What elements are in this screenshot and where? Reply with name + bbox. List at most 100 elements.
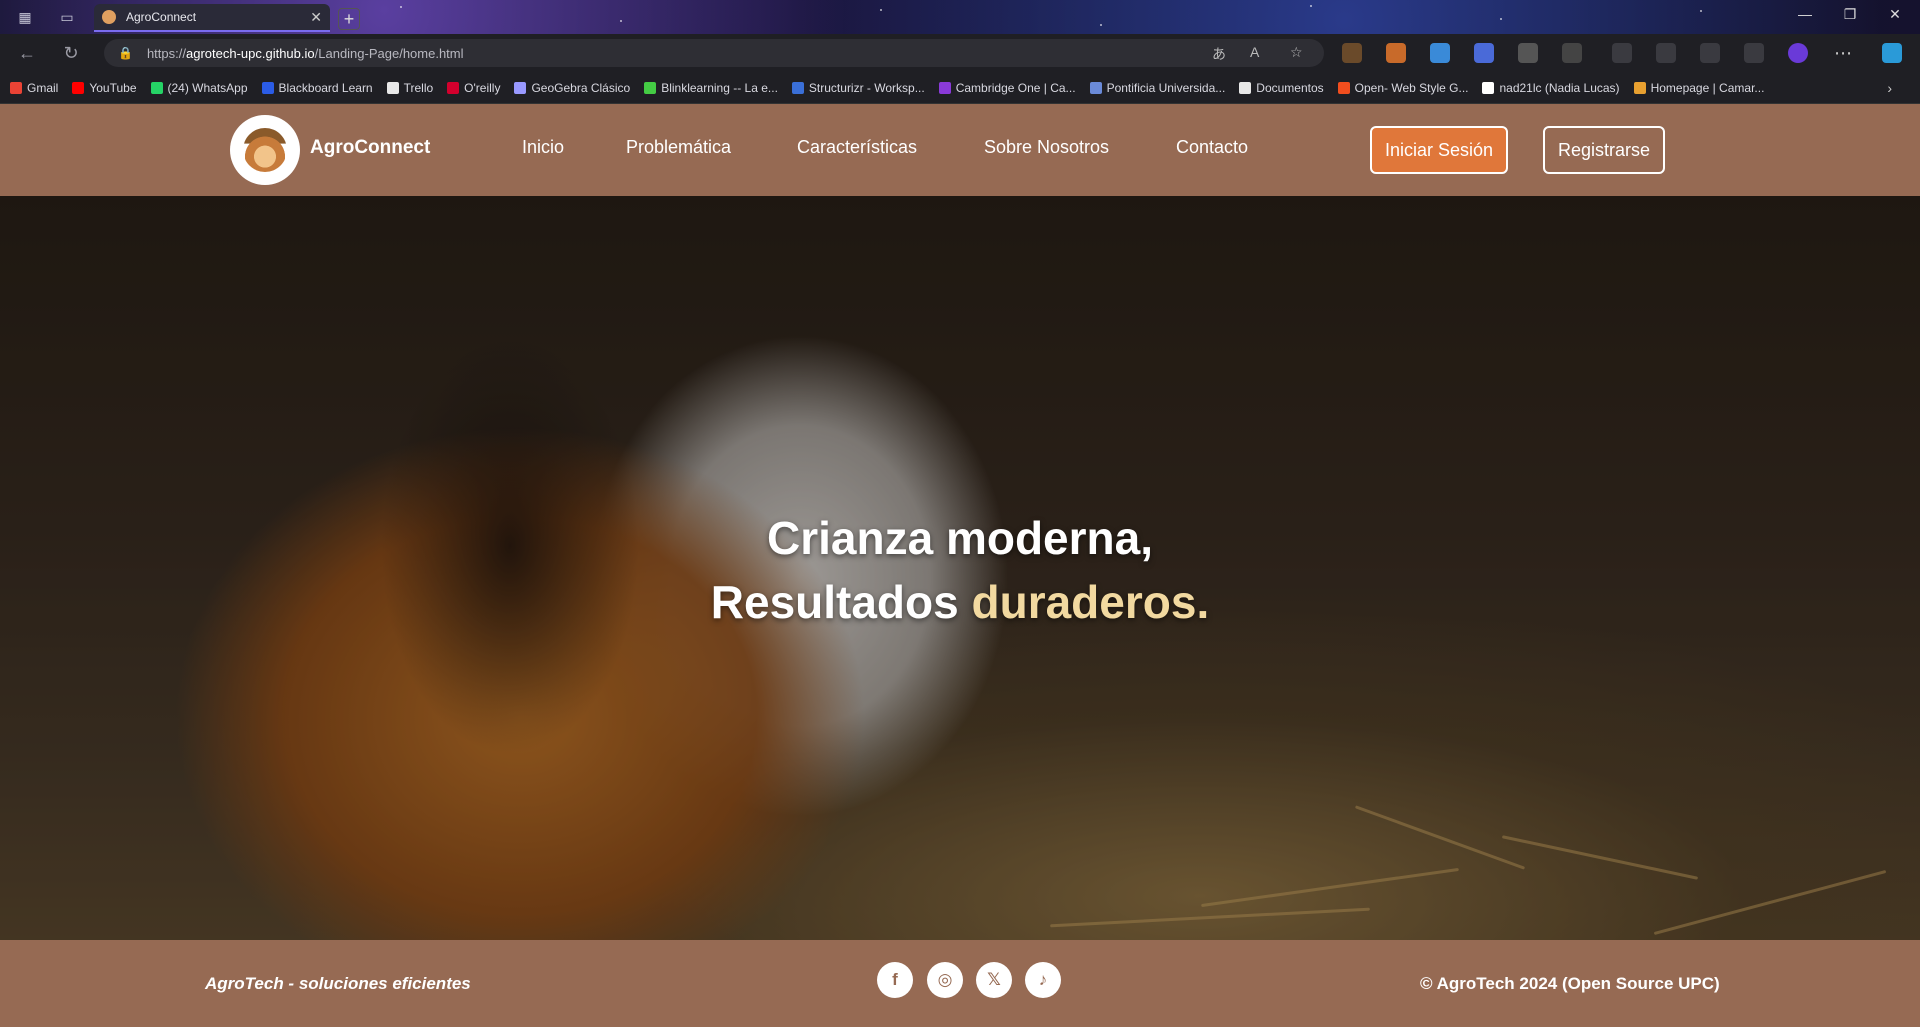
address-bar-row: ← ↻ 🔒 https://agrotech-upc.github.io/Lan… [0,34,1920,72]
extension-icon[interactable] [1518,43,1538,63]
profile-avatar-icon[interactable] [1788,43,1808,63]
new-tab-button[interactable]: + [338,8,360,30]
url-path: /Landing-Page/home.html [314,45,464,61]
bookmark-label: Cambridge One | Ca... [955,80,1076,95]
bookmark-favicon-icon [447,81,460,94]
favorites-icon[interactable] [1656,43,1676,63]
read-aloud-icon[interactable]: A [1250,44,1259,60]
extension-icon[interactable] [1474,43,1494,63]
extension-icon[interactable] [1386,43,1406,63]
browser-essentials-icon[interactable] [1744,43,1764,63]
tab-title: AgroConnect [126,10,197,24]
bookmark-item[interactable]: Homepage | Camar... [1633,80,1765,95]
bookmark-favicon-icon [10,81,22,94]
bookmarks-bar: Gmail YouTube (24) WhatsApp Blackboard Lear… [0,72,1920,104]
bookmark-label: Blackboard Learn [278,80,373,95]
bookmark-label: Gmail [27,80,59,95]
brand-name[interactable]: AgroConnect [310,137,430,159]
bookmark-label: Trello [403,80,434,95]
login-button[interactable]: Iniciar Sesión [1370,126,1508,174]
collections-icon[interactable] [1700,43,1720,63]
extension-icon[interactable] [1342,43,1362,63]
bookmark-favicon-icon [938,81,951,94]
bookmark-label: YouTube [89,80,137,95]
url-host: agrotech-upc.github.io [185,45,315,61]
tab-close-icon[interactable]: ✕ [310,9,322,26]
site-header: AgroConnect Inicio Problemática Caracter… [0,104,1920,196]
bookmark-item[interactable]: Pontificia Universida... [1089,80,1226,95]
more-menu-icon[interactable]: ⋯ [1832,43,1854,64]
hero-line-2: Resultados duraderos. [0,570,1920,634]
bookmark-label: (24) WhatsApp [167,80,248,95]
bookmark-item[interactable]: Structurizr - Worksp... [791,80,925,95]
tab-favicon-icon [102,10,116,24]
hero-accent-text: duraderos. [971,576,1210,628]
refresh-icon[interactable]: ↻ [60,43,82,64]
bookmarks-overflow-icon[interactable]: › [1887,80,1892,96]
bookmark-favicon-icon [791,81,804,94]
bookmark-item[interactable]: Trello [386,80,434,95]
bookmark-item[interactable]: (24) WhatsApp [150,80,248,95]
url-scheme: https:// [146,45,186,61]
hero-section: Crianza moderna, Resultados duraderos. [0,196,1920,940]
extensions-puzzle-icon[interactable] [1562,43,1582,63]
minimize-icon[interactable]: — [1790,6,1820,22]
guinea-pig-farmer-icon [243,128,287,172]
bookmark-label: Documentos [1256,80,1324,95]
facebook-icon[interactable]: f [877,962,913,998]
footer-copyright: © AgroTech 2024 (Open Source UPC) [1420,974,1720,993]
bookmark-item[interactable]: GeoGebra Clásico [514,81,630,95]
bookmark-label: O'reilly [464,80,501,95]
translate-icon[interactable]: あ [1212,44,1226,64]
restore-icon[interactable]: ❐ [1835,6,1865,23]
nav-sobre-nosotros[interactable]: Sobre Nosotros [984,137,1109,158]
browser-tab-bar: ▦ ▭ AgroConnect ✕ + — ❐ ✕ [0,0,1920,34]
bookmark-item[interactable]: Documentos [1239,80,1324,95]
nav-problematica[interactable]: Problemática [626,137,731,158]
copilot-icon[interactable] [1882,43,1902,63]
bookmark-item[interactable]: Gmail [10,81,58,95]
instagram-icon[interactable]: ◎ [927,962,963,998]
bookmark-favicon-icon [1239,81,1252,94]
bookmark-favicon-icon [1337,81,1350,94]
x-icon[interactable]: 𝕏 [976,962,1012,998]
bookmark-favicon-icon [514,81,527,94]
favorite-star-icon[interactable]: ☆ [1290,44,1303,61]
close-window-icon[interactable]: ✕ [1880,6,1910,23]
url-field[interactable]: 🔒 https://agrotech-upc.github.io/Landing… [104,39,1324,67]
split-screen-icon[interactable] [1612,43,1632,63]
bookmark-favicon-icon [1633,81,1646,94]
bookmark-item[interactable]: Open- Web Style G... [1337,81,1468,95]
bookmark-label: Homepage | Camar... [1650,80,1765,95]
bookmark-item[interactable]: Cambridge One | Ca... [938,80,1076,95]
bookmark-label: Structurizr - Worksp... [808,80,925,95]
workspaces-icon[interactable]: ▦ [16,8,34,26]
bookmark-label: GeoGebra Clásico [531,80,631,95]
hero-headline: Crianza moderna, Resultados duraderos. [0,506,1920,634]
tiktok-icon[interactable]: ♪ [1025,962,1061,998]
register-button[interactable]: Registrarse [1543,126,1665,174]
bookmark-favicon-icon [1482,81,1495,94]
bookmark-favicon-icon [261,81,274,94]
nav-caracteristicas[interactable]: Características [797,137,917,158]
browser-tab-active[interactable]: AgroConnect ✕ [94,4,330,32]
bookmark-item[interactable]: nad21lc (Nadia Lucas) [1482,80,1620,95]
bookmark-item[interactable]: Blinklearning -- La e... [644,81,778,95]
bookmark-item[interactable]: Blackboard Learn [261,80,373,95]
bookmark-favicon-icon [72,81,85,94]
bookmark-label: nad21lc (Nadia Lucas) [1499,80,1620,95]
landing-page: AgroConnect Inicio Problemática Caracter… [0,104,1920,1027]
site-footer: AgroTech - soluciones eficientes f ◎ 𝕏 ♪… [0,940,1920,1027]
nav-contacto[interactable]: Contacto [1176,137,1248,158]
bookmark-item[interactable]: YouTube [72,80,137,95]
extension-icon[interactable] [1430,43,1450,63]
site-logo[interactable] [230,115,300,185]
bookmark-label: Pontificia Universida... [1106,80,1226,95]
bookmark-item[interactable]: O'reilly [447,81,500,95]
footer-tagline: AgroTech - soluciones eficientes [205,974,471,993]
tab-actions-icon[interactable]: ▭ [58,8,76,26]
hero-line-2-text: Resultados [710,576,972,628]
nav-inicio[interactable]: Inicio [522,137,564,158]
back-icon[interactable]: ← [16,43,38,64]
bookmark-favicon-icon [644,81,657,94]
